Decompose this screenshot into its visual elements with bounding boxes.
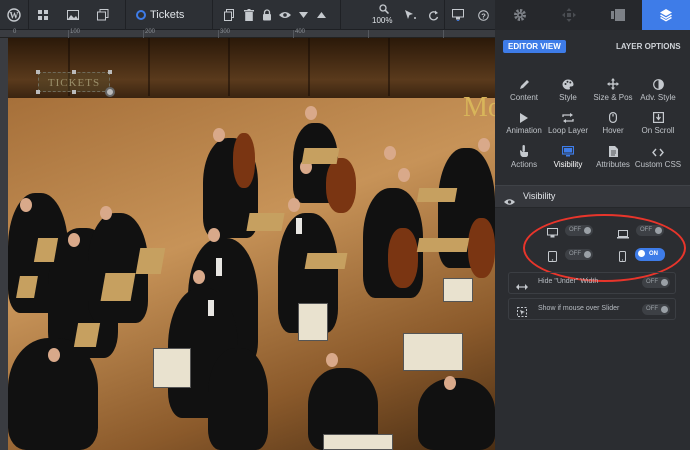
- scroll-icon: [632, 107, 684, 123]
- zoom-level[interactable]: 100%: [372, 16, 392, 25]
- rotate-handle-icon[interactable]: [105, 87, 115, 97]
- eye-icon[interactable]: [276, 0, 294, 30]
- undo-icon[interactable]: [424, 0, 442, 30]
- option-label: Content: [509, 93, 539, 102]
- ruler-label: 200: [145, 29, 156, 35]
- ruler-label: 400: [295, 29, 306, 35]
- toggle-state: OFF: [646, 306, 658, 312]
- hide-under-width-toggle[interactable]: OFF: [642, 277, 670, 288]
- option-label: Size & Pos: [593, 93, 633, 102]
- editor-view-button[interactable]: EDITOR VIEW: [503, 40, 566, 53]
- panel-tabs: [495, 0, 690, 30]
- image-icon[interactable]: [62, 0, 84, 30]
- wordpress-icon[interactable]: W: [0, 0, 28, 30]
- gallery-icon[interactable]: [593, 0, 642, 30]
- layer-title[interactable]: Tickets: [150, 0, 184, 30]
- grid-icon[interactable]: [32, 0, 54, 30]
- move-icon[interactable]: [544, 0, 593, 30]
- ruler-label: 300: [220, 29, 231, 35]
- option-on-scroll[interactable]: On Scroll: [632, 107, 684, 135]
- contrast-icon: [632, 74, 684, 90]
- layer-type-icon: [136, 10, 146, 20]
- copy-icon[interactable]: [220, 0, 238, 30]
- eye-icon: [504, 193, 515, 211]
- layers-icon[interactable]: [642, 0, 690, 30]
- show-if-mouse-toggle[interactable]: OFF: [642, 304, 670, 315]
- option-label: Adv. Style: [640, 93, 676, 102]
- hide-under-width-label: Hide "Under" Width: [538, 278, 599, 285]
- option-label: Hover: [602, 126, 624, 135]
- option-label: Custom CSS: [634, 160, 682, 169]
- option-label: On Scroll: [641, 126, 675, 135]
- layer-options-title: LAYER OPTIONS: [616, 42, 681, 51]
- gear-icon[interactable]: [495, 0, 544, 30]
- option-label: Visibility: [553, 160, 583, 169]
- desktop-icon[interactable]: [448, 0, 468, 30]
- option-label: Animation: [506, 126, 542, 135]
- show-if-mouse-label: Show if mouse over Slider: [538, 305, 620, 312]
- option-label: Loop Layer: [547, 126, 589, 135]
- option-adv-style[interactable]: Adv. Style: [632, 74, 684, 102]
- lock-icon[interactable]: [258, 0, 276, 30]
- horizontal-ruler: 0 100 200 300 400: [0, 29, 495, 38]
- help-icon[interactable]: ?: [474, 0, 492, 30]
- code-icon: [632, 141, 684, 157]
- arrow-down-icon[interactable]: [294, 0, 312, 30]
- slide-canvas[interactable]: Mo TICKETS: [8, 38, 495, 450]
- ruler-label: 100: [70, 29, 81, 35]
- arrow-up-icon[interactable]: [312, 0, 330, 30]
- visibility-title: Visibility: [523, 191, 556, 201]
- cursor-icon[interactable]: [400, 0, 420, 30]
- vertical-ruler: [0, 38, 8, 450]
- ruler-label: 0: [13, 29, 17, 35]
- trash-icon[interactable]: [240, 0, 258, 30]
- toggle-state: OFF: [646, 279, 658, 285]
- heading-text-layer[interactable]: Mo: [463, 92, 495, 124]
- tickets-text-layer[interactable]: TICKETS: [38, 72, 110, 92]
- option-label: Actions: [510, 160, 538, 169]
- resize-horizontal-icon: [516, 278, 528, 296]
- option-custom-css[interactable]: Custom CSS: [632, 141, 684, 169]
- mouse-target-icon: [517, 304, 527, 322]
- option-label: Attributes: [596, 160, 630, 169]
- layers-stack-icon[interactable]: [92, 0, 114, 30]
- svg-text:?: ?: [481, 11, 486, 20]
- option-label: Style: [559, 93, 577, 102]
- svg-text:W: W: [10, 11, 19, 21]
